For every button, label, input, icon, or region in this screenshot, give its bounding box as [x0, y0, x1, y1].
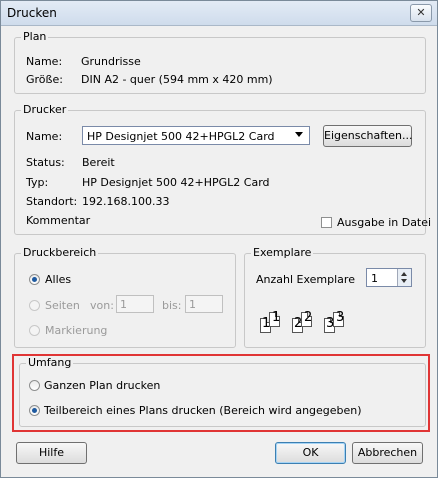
help-button[interactable]: Hilfe [16, 442, 87, 464]
scope-group: Umfang Ganzen Plan drucken Teilbereich e… [19, 356, 426, 427]
range-selection-label[interactable]: Markierung [45, 324, 107, 337]
copies-legend: Exemplare [251, 246, 314, 259]
range-to-input[interactable]: 1 [185, 295, 223, 313]
range-pages-radio[interactable] [29, 300, 40, 311]
range-pages-label[interactable]: Seiten [45, 299, 80, 312]
scope-partial-label[interactable]: Teilbereich eines Plans drucken (Bereich… [44, 404, 362, 417]
ok-button-label: OK [302, 446, 319, 459]
print-to-file-checkbox[interactable] [321, 217, 332, 228]
range-from-label: von: [90, 299, 114, 312]
print-range-legend: Druckbereich [21, 246, 99, 259]
print-to-file-label[interactable]: Ausgabe in Datei [337, 216, 431, 229]
plan-legend: Plan [21, 30, 49, 43]
close-icon: ✕ [416, 6, 426, 19]
cancel-button[interactable]: Abbrechen [352, 442, 423, 464]
plan-size-value: DIN A2 - quer (594 mm x 420 mm) [81, 73, 273, 86]
range-to-label: bis: [162, 299, 182, 312]
printer-legend: Drucker [21, 103, 69, 116]
dialog-title: Drucken [7, 6, 57, 20]
printer-name-label: Name: [26, 130, 63, 143]
cancel-button-label: Abbrechen [357, 446, 418, 459]
plan-size-label: Größe: [26, 73, 63, 86]
help-button-label: Hilfe [38, 446, 65, 459]
scope-whole-plan-radio[interactable] [29, 380, 40, 391]
copies-count-stepper[interactable]: 1 [366, 268, 412, 287]
chevron-up-icon[interactable] [401, 272, 407, 276]
range-to-value: 1 [189, 298, 196, 311]
title-bar[interactable]: Drucken ✕ [1, 1, 437, 26]
properties-button-label: Eigenschaften... [324, 129, 413, 142]
plan-name-value: Grundrisse [81, 55, 141, 68]
page-number: 3 [336, 310, 345, 325]
properties-button[interactable]: Eigenschaften... [323, 125, 412, 147]
printer-type-label: Typ: [26, 176, 49, 189]
copies-group: Exemplare Anzahl Exemplare 1 1 1 2 2 3 3 [244, 246, 426, 348]
range-all-label[interactable]: Alles [45, 273, 71, 286]
printer-comment-label: Kommentar [26, 214, 91, 227]
copies-count-label: Anzahl Exemplare [256, 273, 355, 286]
printer-group: Drucker Name: HP Designjet 500 42+HPGL2 … [14, 103, 431, 235]
close-button[interactable]: ✕ [410, 4, 432, 22]
stepper-buttons[interactable] [397, 269, 411, 286]
page-number: 2 [304, 310, 313, 325]
printer-location-label: Standort: [26, 195, 78, 208]
print-dialog: Drucken ✕ Plan Name: Grundrisse Größe: D… [0, 0, 438, 478]
range-from-input[interactable]: 1 [116, 295, 154, 313]
plan-name-label: Name: [26, 55, 63, 68]
page-number: 1 [272, 310, 281, 325]
range-all-radio[interactable] [29, 274, 40, 285]
printer-type-value: HP Designjet 500 42+HPGL2 Card [82, 176, 270, 189]
scope-partial-radio[interactable] [29, 405, 40, 416]
range-selection-radio[interactable] [29, 325, 40, 336]
chevron-down-icon[interactable] [401, 279, 407, 283]
scope-legend: Umfang [26, 356, 74, 369]
printer-status-value: Bereit [82, 156, 115, 169]
printer-status-label: Status: [26, 156, 65, 169]
scope-whole-plan-label[interactable]: Ganzen Plan drucken [44, 379, 160, 392]
print-range-group: Druckbereich Alles Seiten von: 1 bis: 1 … [14, 246, 236, 348]
ok-button[interactable]: OK [275, 442, 346, 464]
printer-select-value: HP Designjet 500 42+HPGL2 Card [87, 130, 275, 143]
chevron-down-icon [295, 132, 303, 137]
plan-group: Plan Name: Grundrisse Größe: DIN A2 - qu… [14, 30, 426, 94]
collate-pages-icon: 1 1 2 2 3 3 [260, 306, 360, 336]
printer-select[interactable]: HP Designjet 500 42+HPGL2 Card [82, 126, 310, 145]
range-from-value: 1 [120, 298, 127, 311]
printer-location-value: 192.168.100.33 [82, 195, 170, 208]
copies-count-value: 1 [371, 272, 378, 285]
